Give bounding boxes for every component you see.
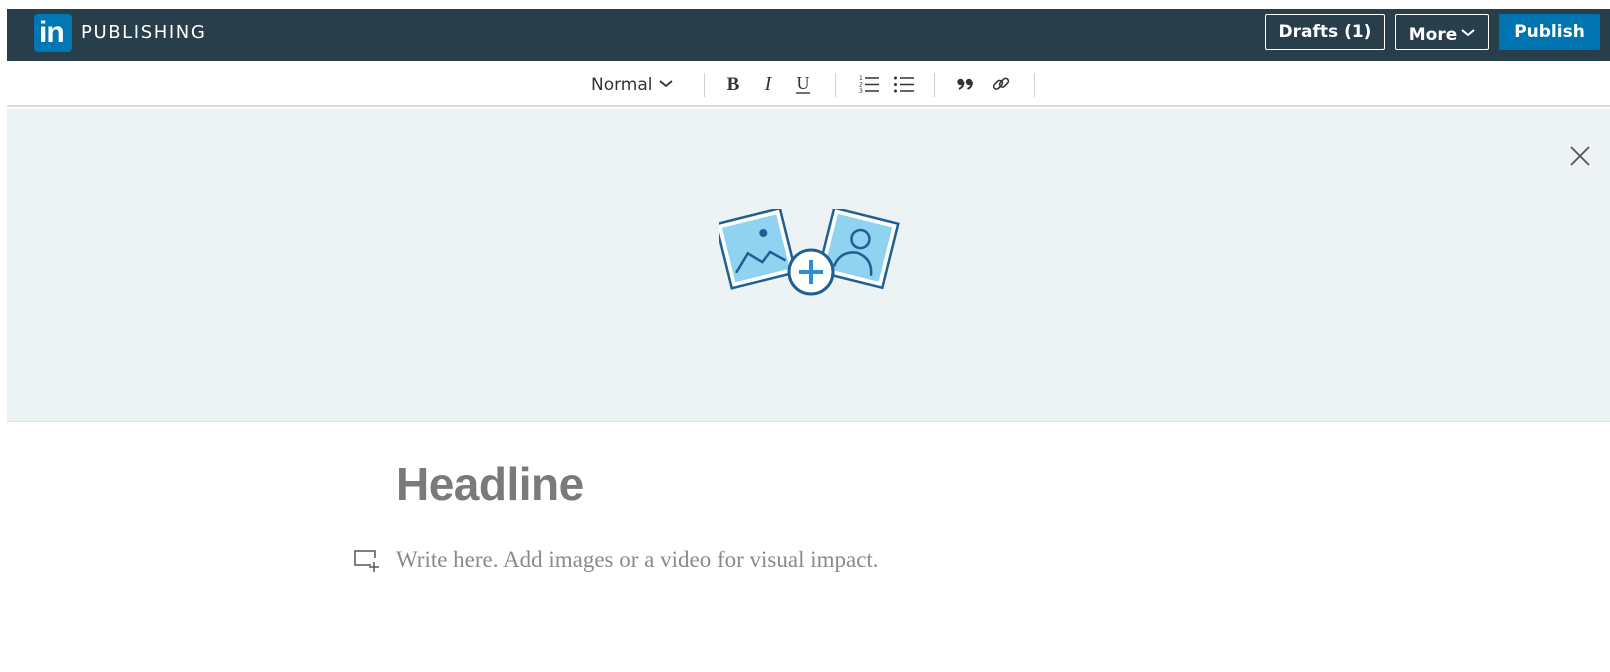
close-icon[interactable] <box>1569 145 1591 167</box>
toolbar-divider <box>1034 73 1035 97</box>
publishing-editor: in PUBLISHING Drafts (1) More Publish No… <box>7 9 1610 672</box>
svg-text:I: I <box>764 73 773 95</box>
top-bar: in PUBLISHING Drafts (1) More Publish <box>7 9 1610 61</box>
image-placeholder-icon <box>714 206 798 290</box>
svg-text:U: U <box>797 73 810 93</box>
publish-button[interactable]: Publish <box>1499 14 1600 50</box>
svg-text:B: B <box>727 74 740 95</box>
toolbar-divider <box>704 73 705 97</box>
toolbar-divider <box>835 73 836 97</box>
numbered-list-icon[interactable]: 1 2 3 <box>858 73 880 95</box>
add-media-icon[interactable] <box>353 549 379 573</box>
linkedin-logo[interactable]: in <box>34 14 72 52</box>
more-label: More <box>1408 25 1458 45</box>
bold-icon[interactable]: B <box>723 73 743 95</box>
add-icon <box>787 248 835 296</box>
text-style-label: Normal <box>591 75 653 95</box>
link-icon[interactable] <box>991 73 1011 95</box>
text-style-dropdown[interactable]: Normal <box>591 61 673 105</box>
cover-image-area[interactable] <box>7 109 1610 422</box>
add-cover-image-button[interactable] <box>714 206 909 309</box>
underline-icon[interactable]: U <box>793 73 813 95</box>
bulleted-list-icon[interactable] <box>893 73 915 95</box>
chevron-down-icon <box>1461 15 1475 49</box>
formatting-toolbar: Normal B I U 1 2 3 <box>7 61 1610 107</box>
svg-text:3: 3 <box>859 88 863 95</box>
body-text-field[interactable]: Write here. Add images or a video for vi… <box>396 547 879 573</box>
drafts-button[interactable]: Drafts (1) <box>1265 14 1385 50</box>
more-button[interactable]: More <box>1395 14 1489 50</box>
chevron-down-icon <box>658 61 673 105</box>
brand-title: PUBLISHING <box>81 22 207 43</box>
headline-field[interactable]: Headline <box>396 457 584 511</box>
italic-icon[interactable]: I <box>758 73 778 95</box>
quote-icon[interactable] <box>955 73 975 95</box>
toolbar-divider <box>934 73 935 97</box>
logo-text: in <box>39 16 65 49</box>
